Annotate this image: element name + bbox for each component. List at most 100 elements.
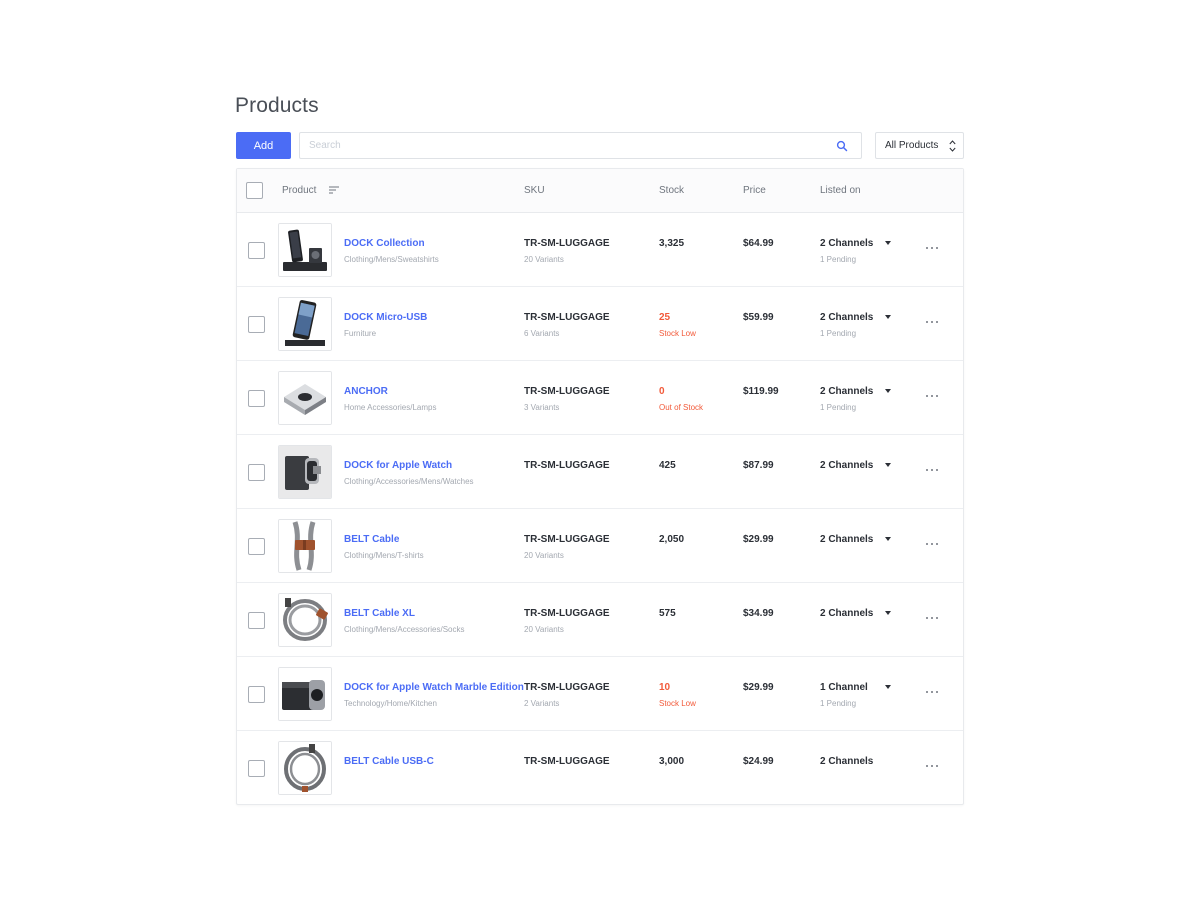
product-stock: 3,325: [659, 238, 685, 249]
product-category: Home Accessories/Lamps: [344, 403, 437, 412]
row-checkbox[interactable]: [248, 760, 265, 777]
product-variants: 20 Variants: [524, 255, 564, 264]
product-sku: TR-SM-LUGGAGE: [524, 312, 610, 323]
listed-channels: 2 Channels: [820, 460, 874, 471]
search-input[interactable]: [300, 133, 820, 158]
product-category: Furniture: [344, 329, 377, 338]
product-name-link[interactable]: ANCHOR: [344, 386, 388, 397]
column-header-product[interactable]: Product: [282, 185, 316, 196]
product-name-link[interactable]: BELT Cable XL: [344, 608, 415, 619]
row-checkbox[interactable]: [248, 242, 265, 259]
pending-count: 1 Pending: [820, 699, 857, 708]
product-price: $59.99: [743, 312, 774, 323]
add-button[interactable]: Add: [236, 132, 291, 159]
product-thumbnail[interactable]: [278, 297, 332, 351]
channels-dropdown-icon[interactable]: [885, 685, 891, 689]
products-table: Product SKU Stock Price Listed on DOCK C…: [236, 168, 964, 805]
listed-channels: 2 Channels: [820, 386, 874, 397]
search-icon[interactable]: [836, 140, 848, 152]
listed-channels: 2 Channels: [820, 534, 874, 545]
column-header-price[interactable]: Price: [743, 185, 766, 196]
product-price: $29.99: [743, 534, 774, 545]
channels-dropdown-icon[interactable]: [885, 611, 891, 615]
table-row[interactable]: DOCK for Apple Watch Marble Edition Techn…: [237, 657, 963, 731]
channels-dropdown-icon[interactable]: [885, 463, 891, 467]
more-actions-icon[interactable]: [926, 761, 940, 771]
product-sku: TR-SM-LUGGAGE: [524, 238, 610, 249]
channels-dropdown-icon[interactable]: [885, 241, 891, 245]
select-all-checkbox[interactable]: [246, 182, 263, 199]
more-actions-icon[interactable]: [926, 391, 940, 401]
more-actions-icon[interactable]: [926, 317, 940, 327]
product-price: $64.99: [743, 238, 774, 249]
product-thumbnail[interactable]: [278, 371, 332, 425]
row-checkbox[interactable]: [248, 538, 265, 555]
more-actions-icon[interactable]: [926, 687, 940, 697]
row-checkbox[interactable]: [248, 686, 265, 703]
sort-arrows-icon: [949, 140, 956, 152]
product-sku: TR-SM-LUGGAGE: [524, 682, 610, 693]
page-title: Products: [235, 94, 319, 117]
more-actions-icon[interactable]: [926, 539, 940, 549]
product-price: $29.99: [743, 682, 774, 693]
listed-channels: 2 Channels: [820, 756, 874, 767]
product-category: Clothing/Mens/T-shirts: [344, 551, 424, 560]
product-name-link[interactable]: DOCK for Apple Watch: [344, 460, 452, 471]
product-thumbnail[interactable]: [278, 667, 332, 721]
product-price: $24.99: [743, 756, 774, 767]
product-thumbnail[interactable]: [278, 519, 332, 573]
column-header-stock[interactable]: Stock: [659, 185, 684, 196]
toolbar: Add All Products: [236, 132, 964, 159]
more-actions-icon[interactable]: [926, 243, 940, 253]
product-sku: TR-SM-LUGGAGE: [524, 386, 610, 397]
product-name-link[interactable]: DOCK Collection: [344, 238, 425, 249]
table-row[interactable]: DOCK Micro-USB Furniture TR-SM-LUGGAGE 6 Va…: [237, 287, 963, 361]
channels-dropdown-icon[interactable]: [885, 537, 891, 541]
search-box: [299, 132, 862, 159]
product-sku: TR-SM-LUGGAGE: [524, 608, 610, 619]
channels-dropdown-icon[interactable]: [885, 315, 891, 319]
more-actions-icon[interactable]: [926, 465, 940, 475]
row-checkbox[interactable]: [248, 390, 265, 407]
product-name-link[interactable]: DOCK Micro-USB: [344, 312, 427, 323]
filter-value: All Products: [885, 140, 939, 151]
product-category: Clothing/Mens/Sweatshirts: [344, 255, 439, 264]
table-row[interactable]: BELT Cable Clothing/Mens/T-shirts TR-SM-LU…: [237, 509, 963, 583]
product-thumbnail[interactable]: [278, 741, 332, 795]
listed-channels: 2 Channels: [820, 312, 874, 323]
product-sku: TR-SM-LUGGAGE: [524, 756, 610, 767]
product-thumbnail[interactable]: [278, 445, 332, 499]
more-actions-icon[interactable]: [926, 613, 940, 623]
product-category: Clothing/Mens/Accessories/Socks: [344, 625, 465, 634]
product-variants: 20 Variants: [524, 551, 564, 560]
listed-channels: 1 Channel: [820, 682, 868, 693]
column-header-sku[interactable]: SKU: [524, 185, 545, 196]
table-row[interactable]: ANCHOR Home Accessories/Lamps TR-SM-LUGGAG…: [237, 361, 963, 435]
row-checkbox[interactable]: [248, 316, 265, 333]
product-variants: 6 Variants: [524, 329, 560, 338]
product-name-link[interactable]: BELT Cable USB-C: [344, 756, 434, 767]
product-stock: 10: [659, 682, 671, 693]
row-checkbox[interactable]: [248, 464, 265, 481]
product-sku: TR-SM-LUGGAGE: [524, 460, 610, 471]
product-thumbnail[interactable]: [278, 223, 332, 277]
product-filter-select[interactable]: All Products: [875, 132, 964, 159]
product-stock: 25: [659, 312, 671, 323]
product-stock: 0: [659, 386, 665, 397]
channels-dropdown-icon[interactable]: [885, 389, 891, 393]
product-name-link[interactable]: DOCK for Apple Watch Marble Edition: [344, 682, 524, 693]
sort-icon[interactable]: [329, 186, 339, 194]
table-row[interactable]: BELT Cable XL Clothing/Mens/Accessories/S…: [237, 583, 963, 657]
row-checkbox[interactable]: [248, 612, 265, 629]
product-stock: 2,050: [659, 534, 685, 545]
table-row[interactable]: BELT Cable USB-C TR-SM-LUGGAGE 3,000 $24.99…: [237, 731, 963, 804]
product-name-link[interactable]: BELT Cable: [344, 534, 399, 545]
pending-count: 1 Pending: [820, 403, 857, 412]
stock-status-note: Stock Low: [659, 699, 696, 708]
product-thumbnail[interactable]: [278, 593, 332, 647]
product-variants: 3 Variants: [524, 403, 560, 412]
table-row[interactable]: DOCK for Apple Watch Clothing/Accessories…: [237, 435, 963, 509]
table-row[interactable]: DOCK Collection Clothing/Mens/Sweatshirts…: [237, 213, 963, 287]
stock-status-note: Stock Low: [659, 329, 696, 338]
column-header-listed-on[interactable]: Listed on: [820, 185, 861, 196]
